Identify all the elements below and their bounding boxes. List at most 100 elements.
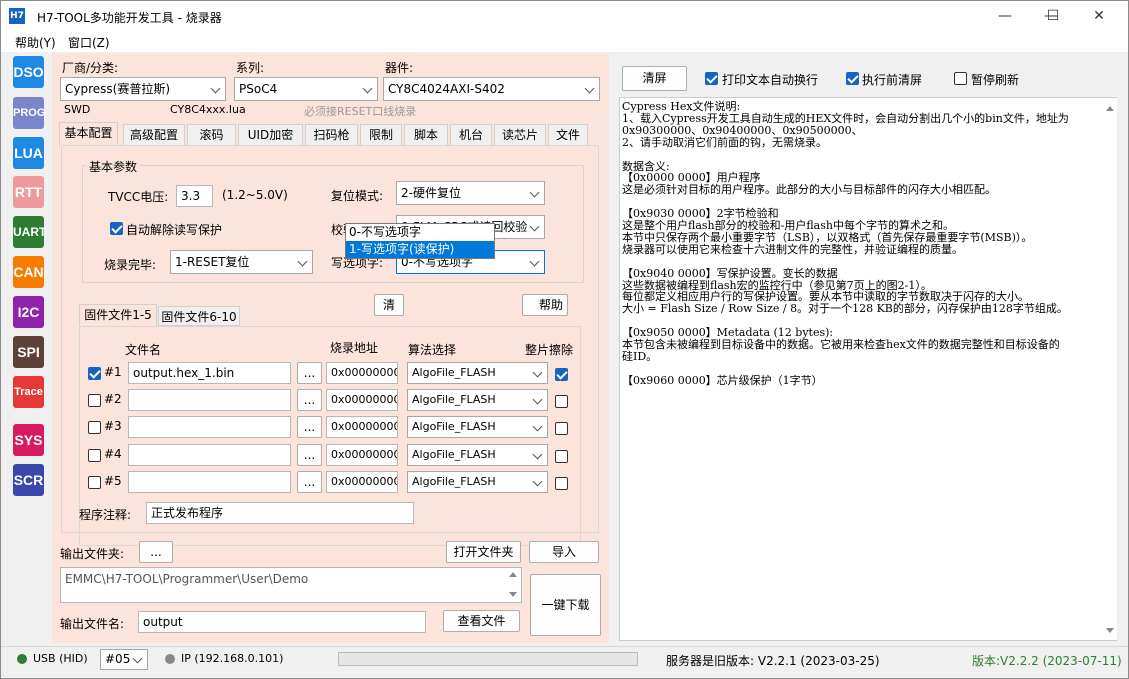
sidebar-rtt-button[interactable]: RTT [13, 176, 44, 208]
file-name-input[interactable] [128, 416, 291, 438]
scroll-up-icon[interactable] [1106, 106, 1114, 111]
algorithm-select[interactable]: AlgoFile_FLASH [407, 471, 548, 493]
device-select[interactable]: CY8C4024AXI-S402 [383, 77, 600, 101]
sidebar-prog-button[interactable]: PROG [13, 97, 45, 129]
file-enable-checkbox[interactable] [88, 421, 101, 434]
output-folder-browse-button[interactable]: ... [139, 541, 173, 563]
flash-address-input[interactable]: 0x00000000 [326, 471, 398, 493]
sidebar-i2c-button[interactable]: I2C [13, 296, 44, 328]
clear-screen-button[interactable]: 清屏 [622, 66, 687, 91]
chevron-down-icon [532, 476, 543, 487]
reset-mode-select[interactable]: 2-硬件复位 [396, 181, 545, 205]
app-version: 版本:V2.2.2 (2023-07-11) [972, 654, 1122, 668]
file-enable-checkbox[interactable] [88, 367, 101, 380]
file-enable-checkbox[interactable] [88, 449, 101, 462]
import-button[interactable]: 导入 [529, 541, 599, 563]
chip-erase-checkbox[interactable] [555, 368, 568, 381]
view-file-button[interactable]: 查看文件 [443, 610, 520, 632]
log-text-area[interactable]: Cypress Hex文件说明: 1、载入Cypress开发工具自动生成的HEX文… [619, 97, 1117, 641]
tab-files-6-10[interactable]: 固件文件6-10 [158, 306, 240, 326]
tab-rolling-code[interactable]: 滚码 [187, 124, 236, 146]
series-select[interactable]: PSoC4 [234, 77, 378, 101]
scroll-down-icon[interactable] [1106, 628, 1114, 633]
clear-button[interactable]: 清 [374, 294, 404, 316]
file-name-header: 文件名 [125, 343, 162, 357]
tab-limit[interactable]: 限制 [360, 124, 402, 146]
done-select[interactable]: 1-RESET复位 [170, 250, 313, 274]
tab-script[interactable]: 脚本 [404, 124, 448, 146]
tab-advanced[interactable]: 高级配置 [123, 124, 185, 146]
port-select[interactable]: #05 [100, 649, 148, 670]
flash-address-input[interactable]: 0x00000000 [326, 362, 398, 384]
file-browse-button[interactable]: ... [297, 389, 322, 411]
tab-read-chip[interactable]: 读芯片 [494, 124, 546, 146]
chip-erase-checkbox[interactable] [555, 450, 568, 463]
maximize-button[interactable]: ☐ [1030, 1, 1076, 32]
tvcc-input[interactable]: 3.3 [176, 185, 213, 207]
basic-config-page: 基本参数 TVCC电压: 3.3 (1.2~5.0V) 复位模式: 2-硬件复位… [61, 145, 599, 546]
chip-erase-checkbox[interactable] [555, 395, 568, 408]
chevron-down-icon [529, 256, 540, 267]
sidebar-lua-button[interactable]: LUA [13, 137, 44, 169]
file-browse-button[interactable]: ... [297, 362, 322, 384]
sidebar-sys-button[interactable]: SYS [13, 424, 44, 456]
open-folder-button[interactable]: 打开文件夹 [446, 541, 521, 563]
pause-refresh-checkbox[interactable] [954, 72, 967, 85]
scroll-down-icon[interactable] [509, 592, 517, 597]
file-name-input[interactable] [128, 444, 291, 466]
vendor-select[interactable]: Cypress(赛普拉斯) [60, 77, 226, 101]
tab-basic[interactable]: 基本配置 [59, 122, 118, 146]
file-name-input[interactable] [128, 471, 291, 493]
one-click-download-button[interactable]: 一键下载 [530, 574, 601, 636]
file-enable-checkbox[interactable] [88, 476, 101, 489]
file-name-input[interactable] [128, 389, 291, 411]
tab-uid-encrypt[interactable]: UID加密 [238, 124, 303, 146]
option-write-protect[interactable]: 1-写选项字(读保护) [346, 241, 494, 258]
sidebar-trace-button[interactable]: Trace [13, 376, 44, 408]
algorithm-select[interactable]: AlgoFile_FLASH [407, 444, 548, 466]
flash-address-input[interactable]: 0x00000000 [326, 389, 398, 411]
log-line: 烧录器可以使用它来检查十六进制文件的完整性，并验证编程的质量。 [622, 242, 963, 256]
close-button[interactable]: ✕ [1076, 1, 1122, 32]
log-line: 本节包含未被编程到目标设备中的数据。它被用来检查hex文件的数据完整性和目标设备… [622, 338, 1060, 351]
usb-status-dot [17, 654, 27, 664]
scroll-up-icon[interactable] [509, 572, 517, 577]
menu-window[interactable]: 窗口(Z) [68, 34, 110, 51]
pre-clear-checkbox[interactable] [846, 72, 859, 85]
algorithm-select[interactable]: AlgoFile_FLASH [407, 389, 548, 411]
menu-help[interactable]: 帮助(Y) [15, 34, 56, 51]
tab-machine[interactable]: 机台 [450, 124, 492, 146]
sidebar-scr-button[interactable]: SCR [13, 464, 44, 496]
minimize-button-2[interactable]: — [982, 1, 1028, 32]
algorithm-select[interactable]: AlgoFile_FLASH [407, 362, 548, 384]
flash-address-input[interactable]: 0x00000000 [326, 444, 398, 466]
algorithm-select[interactable]: AlgoFile_FLASH [407, 416, 548, 438]
sidebar-uart-button[interactable]: UART [13, 216, 46, 248]
sidebar-spi-button[interactable]: SPI [13, 336, 44, 368]
tab-file[interactable]: 文件 [548, 124, 588, 146]
interface-text: SWD [64, 103, 91, 116]
auto-unlock-checkbox[interactable] [110, 222, 123, 235]
flash-address-input[interactable]: 0x00000000 [326, 416, 398, 438]
sidebar-can-button[interactable]: CAN [13, 256, 44, 288]
output-path-field[interactable]: EMMC\H7-TOOL\Programmer\User\Demo [60, 567, 522, 603]
file-enable-checkbox[interactable] [88, 394, 101, 407]
help-button[interactable]: 帮助 [522, 294, 568, 316]
sidebar-dso-button[interactable]: DSO [13, 56, 44, 88]
wrap-text-checkbox[interactable] [705, 72, 718, 85]
output-name-input[interactable]: output [138, 611, 426, 633]
comment-input[interactable]: 正式发布程序 [146, 502, 414, 524]
log-scrollbar[interactable] [1103, 98, 1117, 640]
chip-erase-checkbox[interactable] [555, 422, 568, 435]
file-browse-button[interactable]: ... [297, 416, 322, 438]
ip-status: IP (192.168.0.101) [181, 652, 284, 665]
app-window: H7 H7-TOOL多功能开发工具 - 烧录器 — — ☐ ✕ 帮助(Y) 窗口… [0, 0, 1129, 679]
file-browse-button[interactable]: ... [297, 471, 322, 493]
file-name-input[interactable]: output.hex_1.bin [128, 362, 291, 384]
tab-scanner[interactable]: 扫码枪 [305, 124, 358, 146]
tab-files-1-5[interactable]: 固件文件1-5 [79, 304, 157, 326]
path-scrollbar[interactable] [506, 568, 520, 602]
file-browse-button[interactable]: ... [297, 444, 322, 466]
option-no-write[interactable]: 0-不写选项字 [346, 224, 494, 241]
chip-erase-checkbox[interactable] [555, 477, 568, 490]
